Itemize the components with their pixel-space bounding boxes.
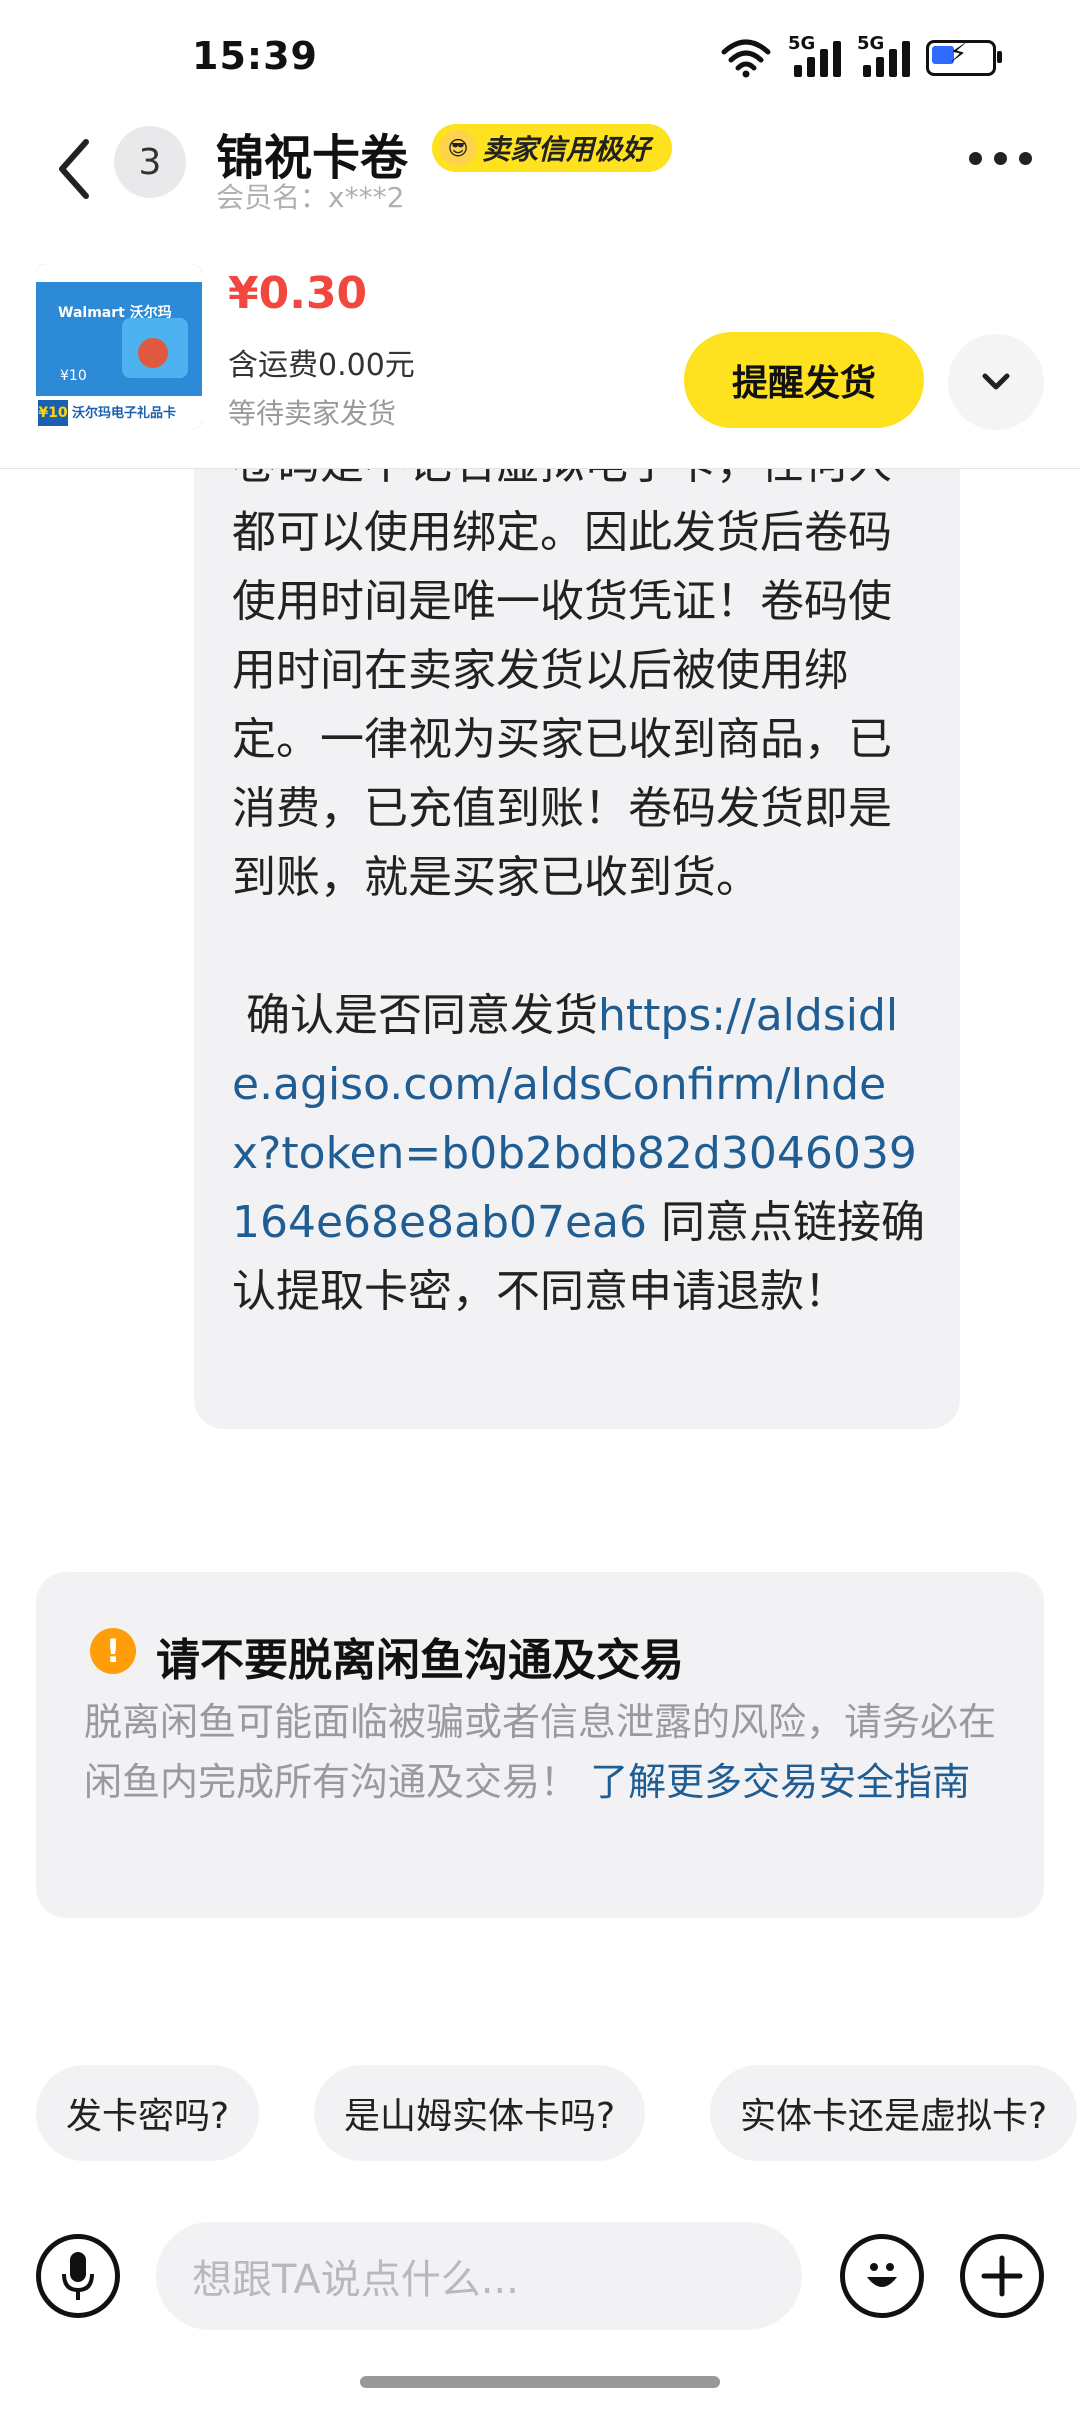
quick-reply-chip[interactable]: 发卡密吗? — [36, 2065, 260, 2161]
back-arrow-icon[interactable] — [52, 134, 96, 204]
thumb-caption: 沃尔玛电子礼品卡 — [72, 406, 177, 421]
chevron-down-icon — [982, 373, 1010, 390]
product-thumbnail[interactable]: Walmart 沃尔玛 ¥10 ¥10 沃尔玛电子礼品卡 — [36, 264, 202, 430]
safety-guide-link[interactable]: 了解更多交易安全指南 — [578, 1760, 970, 1804]
input-bar: 想跟TA说点什么... — [0, 2200, 1080, 2350]
warning-icon: ! — [90, 1628, 136, 1674]
credit-badge-label: 卖家信用极好 — [482, 133, 651, 166]
chat-header: 3 锦祝卡卷 😎 卖家信用极好 会员名：x***2 — [0, 110, 1080, 250]
order-status: 等待卖家发货 — [228, 397, 397, 430]
microphone-icon — [62, 2252, 94, 2300]
message-text: 卷码是不记名虚拟电子卡，任何人都可以使用绑定。因此发货后卷码使用时间是唯一收货凭… — [232, 469, 932, 1326]
quick-replies: 发卡密吗? 是山姆实体卡吗? 实体卡还是虚拟卡? — [0, 2065, 1080, 2165]
quick-reply-chip[interactable]: 是山姆实体卡吗? — [314, 2065, 646, 2161]
safety-title: 请不要脱离闲鱼沟通及交易 — [156, 1635, 684, 1686]
cell-signal-icon-2: 5G — [857, 33, 910, 77]
thumb-top-strip — [36, 264, 202, 282]
message-bubble[interactable]: 卷码是不记名虚拟电子卡，任何人都可以使用绑定。因此发货后卷码使用时间是唯一收货凭… — [194, 469, 960, 1429]
quick-reply-chip[interactable]: 实体卡还是虚拟卡? — [710, 2065, 1078, 2161]
chat-area[interactable]: 卷码是不记名虚拟电子卡，任何人都可以使用绑定。因此发货后卷码使用时间是唯一收货凭… — [0, 469, 1080, 2049]
status-bar: 15:39 5G 5G ⚡ — [0, 0, 1080, 110]
remind-ship-button[interactable]: 提醒发货 — [684, 332, 924, 428]
product-card[interactable]: Walmart 沃尔玛 ¥10 ¥10 沃尔玛电子礼品卡 ¥0.30 含运费0.… — [0, 250, 1080, 469]
status-time: 15:39 — [192, 34, 318, 78]
safety-desc: 脱离闲鱼可能面临被骗或者信息泄露的风险，请务必在闲鱼内完成所有沟通及交易！ 了解… — [84, 1692, 1014, 1812]
battery-icon: ⚡ — [926, 39, 1002, 76]
thumb-footer: ¥10 沃尔玛电子礼品卡 — [36, 396, 202, 430]
expand-button[interactable] — [948, 334, 1044, 430]
emoji-icon — [867, 2263, 897, 2287]
network-type-label-2: 5G — [857, 33, 885, 54]
message-input[interactable]: 想跟TA说点什么... — [156, 2222, 802, 2330]
product-price: ¥0.30 — [228, 268, 368, 319]
thumb-value-badge: ¥10 — [38, 400, 68, 426]
credit-badge[interactable]: 😎 卖家信用极好 — [432, 124, 673, 172]
smile-emoji-icon: 😎 — [440, 130, 476, 166]
wifi-icon — [721, 39, 771, 78]
fruit-image — [138, 338, 168, 368]
status-icons: 5G 5G ⚡ — [720, 33, 1002, 80]
unread-count-badge[interactable]: 3 — [114, 126, 186, 198]
message-confirm-prefix: 确认是否同意发货 — [232, 990, 598, 1041]
voice-button[interactable] — [36, 2234, 120, 2318]
member-name: 会员名：x***2 — [216, 181, 405, 214]
shipping-fee: 含运费0.00元 — [228, 348, 415, 383]
plus-icon — [981, 2255, 1023, 2297]
more-options-icon[interactable] — [969, 152, 1032, 165]
network-type-label: 5G — [788, 33, 816, 54]
message-paragraph: 卷码是不记名虚拟电子卡，任何人都可以使用绑定。因此发货后卷码使用时间是唯一收货凭… — [232, 469, 892, 903]
emoji-button[interactable] — [840, 2234, 924, 2318]
safety-notice: ! 请不要脱离闲鱼沟通及交易 脱离闲鱼可能面临被骗或者信息泄露的风险，请务必在闲… — [36, 1572, 1044, 1918]
cell-signal-icon: 5G — [788, 33, 841, 77]
thumb-value: ¥10 — [60, 368, 87, 384]
home-indicator[interactable] — [360, 2376, 720, 2388]
add-button[interactable] — [960, 2234, 1044, 2318]
